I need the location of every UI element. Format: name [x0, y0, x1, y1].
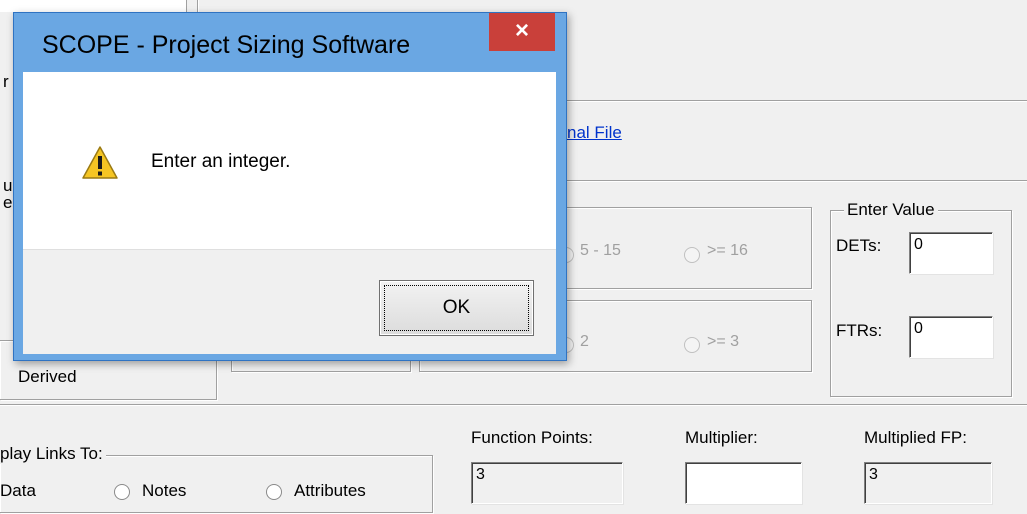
ok-button[interactable]: OK: [379, 280, 534, 336]
focus-rect: [384, 285, 529, 331]
function-points-label: Function Points:: [471, 428, 593, 447]
ftr-range-radio[interactable]: [684, 337, 700, 353]
dets-input[interactable]: 0: [909, 232, 993, 274]
ftrs-label: FTRs:: [836, 321, 883, 340]
det-range-label: >= 16: [707, 242, 748, 259]
ftrs-input[interactable]: 0: [909, 316, 993, 358]
multiplied-fp-label: Multiplied FP:: [864, 428, 967, 447]
separator-bottom: [0, 404, 1027, 406]
display-links-option-label: Notes: [142, 481, 187, 500]
ftr-range-label: 2: [580, 333, 589, 350]
display-links-attributes-radio[interactable]: [266, 484, 282, 500]
dialog-message: Enter an integer.: [151, 151, 291, 172]
display-links-option-label: Data: [0, 481, 36, 500]
det-range-label: 5 - 15: [580, 242, 621, 259]
dialog-body: Enter an integer. OK: [23, 72, 556, 354]
multiplied-fp-field: 3: [864, 462, 992, 504]
separator-top: [567, 100, 1027, 102]
close-icon: ×: [514, 17, 529, 44]
display-links-notes-radio[interactable]: [114, 484, 130, 500]
det-range-radio[interactable]: [684, 247, 700, 263]
left-partial-label: e: [3, 193, 13, 212]
left-partial-label: r: [3, 72, 9, 91]
internal-file-link[interactable]: nal File: [567, 123, 622, 143]
derived-label: Derived: [18, 367, 77, 386]
enter-value-legend: Enter Value: [844, 200, 938, 220]
ftr-range-label: >= 3: [707, 333, 740, 350]
message-dialog: SCOPE - Project Sizing Software × Enter …: [13, 12, 567, 361]
top-list-box[interactable]: [0, 0, 187, 12]
top-divider: [197, 0, 199, 12]
display-links-legend: play Links To:: [0, 444, 106, 464]
display-links-option-label: Attributes: [294, 481, 366, 500]
function-points-field: 3: [471, 462, 623, 504]
separator-mid: [567, 180, 1027, 182]
multiplier-input[interactable]: [685, 462, 802, 504]
warning-icon: [82, 146, 118, 179]
dets-label: DETs:: [836, 236, 882, 255]
multiplier-label: Multiplier:: [685, 428, 758, 447]
dialog-title: SCOPE - Project Sizing Software: [42, 31, 411, 59]
close-button[interactable]: ×: [489, 13, 555, 51]
